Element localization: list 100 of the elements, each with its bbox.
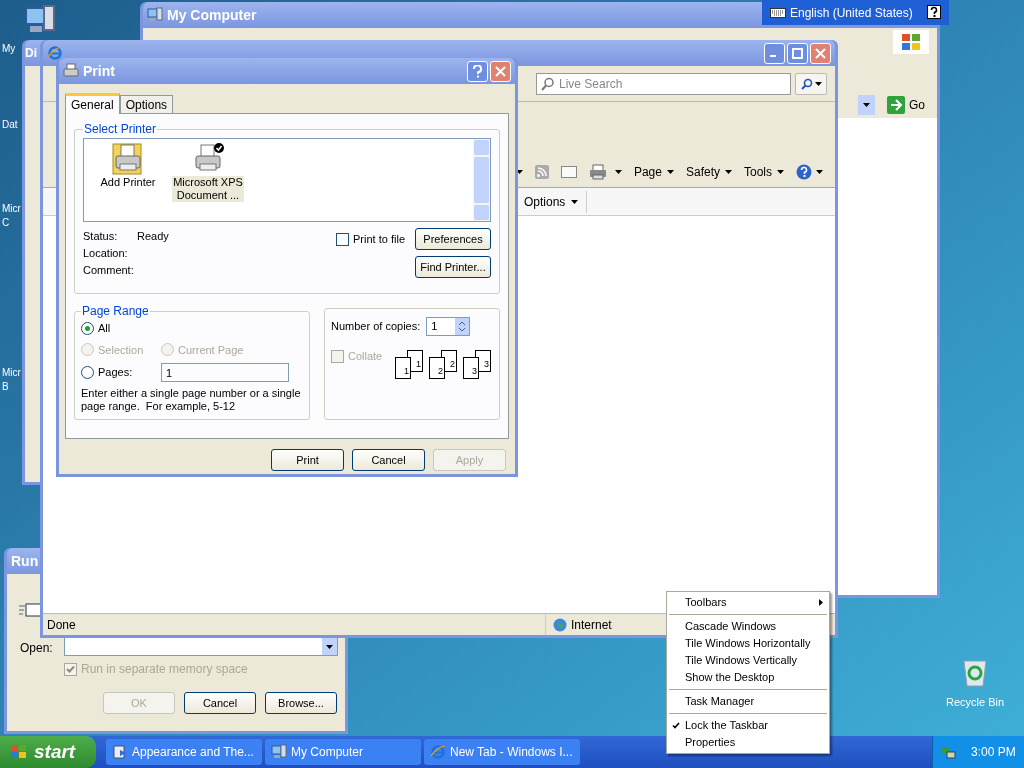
- computer-icon: [271, 744, 287, 760]
- printer-icon: [63, 63, 79, 79]
- command-menu[interactable]: Tools: [744, 162, 784, 181]
- submenu-arrow-icon: [819, 599, 823, 606]
- desktop-icon-label[interactable]: Dat: [0, 118, 18, 132]
- help-icon: [473, 64, 482, 78]
- scrollbar[interactable]: [473, 139, 490, 221]
- page-sheet: 2: [429, 357, 445, 379]
- printer-list[interactable]: Add Printer Microsoft XPS Document ...: [83, 138, 491, 222]
- caret-icon: [614, 169, 622, 174]
- tab[interactable]: General: [65, 93, 120, 114]
- options-menu[interactable]: Options: [524, 190, 588, 213]
- info-value: Ready: [137, 229, 169, 242]
- menu-item[interactable]: Tile Windows Vertically: [667, 652, 829, 669]
- radio-label: All: [98, 321, 111, 336]
- go-button[interactable]: Go: [887, 96, 925, 114]
- printer-item[interactable]: Add Printer: [99, 176, 157, 189]
- search-field[interactable]: Live Search: [536, 72, 791, 95]
- checkbox-label: Run in separate memory space: [81, 661, 248, 678]
- search-input[interactable]: Live Search: [559, 74, 786, 93]
- printer-icon[interactable]: [588, 163, 607, 180]
- caret-icon: [666, 169, 674, 174]
- menu-item[interactable]: Properties: [667, 734, 829, 751]
- page-sheet: 1: [395, 357, 411, 379]
- start-button[interactable]: start: [0, 736, 96, 768]
- caret-icon: [777, 169, 784, 174]
- radio-button[interactable]: [81, 321, 94, 335]
- menu-item[interactable]: Show the Desktop: [667, 669, 829, 686]
- run-icon: [19, 602, 43, 618]
- radio-label: Selection: [98, 342, 144, 358]
- zone-label: Internet: [571, 616, 612, 634]
- feed-icon[interactable]: [534, 164, 549, 179]
- dropdown-button[interactable]: [858, 95, 875, 115]
- check-icon: [672, 722, 680, 729]
- desktop-icon-label[interactable]: Micr B: [0, 334, 21, 394]
- menu-item[interactable]: Cascade Windows: [667, 618, 829, 635]
- desktop-icon-label[interactable]: My: [0, 42, 16, 56]
- search-button[interactable]: [795, 72, 827, 95]
- menu-item[interactable]: Toolbars: [667, 594, 829, 611]
- command-menu[interactable]: Safety: [685, 162, 732, 181]
- taskbar-button[interactable]: Appearance and The...: [106, 739, 262, 765]
- minimize-button[interactable]: [764, 42, 785, 64]
- dialog-button[interactable]: Cancel: [184, 692, 256, 714]
- info-label: Status:: [83, 229, 119, 242]
- close-button[interactable]: [810, 42, 831, 64]
- menu-item[interactable]: Tile Windows Horizontally: [667, 635, 829, 652]
- group-title: Select Printer: [83, 121, 158, 138]
- hint-text: Enter either a single page number or a single page range. For example, 5-12: [81, 387, 302, 413]
- checkbox[interactable]: [336, 232, 350, 246]
- close-icon: [815, 47, 826, 59]
- spinner-icon[interactable]: [455, 318, 470, 335]
- radio-label: Current Page: [178, 342, 244, 358]
- printer-item[interactable]: Microsoft XPS Document ...: [172, 176, 244, 202]
- caret-icon: [515, 169, 523, 174]
- window-title: Print: [83, 64, 115, 78]
- dialog-button[interactable]: Print: [271, 449, 344, 471]
- caret-icon: [571, 199, 579, 204]
- group-title: Page Range: [81, 303, 150, 320]
- copies-field[interactable]: 1: [426, 317, 471, 336]
- maximize-button[interactable]: [787, 42, 808, 64]
- search-icon: [541, 76, 555, 91]
- mail-icon[interactable]: [560, 165, 577, 178]
- taskbar-button[interactable]: New Tab - Windows I...: [424, 739, 580, 765]
- dialog-button[interactable]: Cancel: [352, 449, 425, 471]
- close-icon: [495, 65, 506, 77]
- menu-item[interactable]: Task Manager: [667, 693, 829, 710]
- info-label: Location:: [83, 246, 129, 259]
- globe-icon: [553, 617, 567, 632]
- help-icon[interactable]: [927, 4, 941, 21]
- clock: 3:00 PM: [971, 744, 1016, 761]
- window-title: Di: [25, 47, 37, 59]
- add-printer-icon: [111, 142, 145, 176]
- help-button[interactable]: [467, 60, 488, 82]
- radio-label: Pages:: [98, 365, 133, 381]
- computer-icon: [147, 7, 163, 23]
- caret-icon: [816, 169, 823, 174]
- close-button[interactable]: [490, 60, 511, 82]
- windows-logo-icon: [893, 30, 929, 54]
- window-title: Run: [11, 554, 39, 568]
- dialog-button[interactable]: Browse...: [265, 692, 337, 714]
- info-label: Comment:: [83, 263, 135, 276]
- taskbar-button[interactable]: My Computer: [265, 739, 421, 765]
- caret-icon: [814, 81, 822, 86]
- status-text: Done: [46, 616, 77, 634]
- desktop-icon-label[interactable]: Micr C: [0, 170, 21, 230]
- menu-item[interactable]: Lock the Taskbar: [667, 717, 829, 734]
- tab[interactable]: Options: [119, 95, 174, 113]
- checkbox-label: Collate: [348, 349, 383, 364]
- command-menu[interactable]: Page: [633, 162, 674, 181]
- language-label[interactable]: English (United States): [790, 3, 913, 22]
- pages-field[interactable]: 1: [161, 363, 289, 382]
- preferences-button[interactable]: Preferences: [415, 228, 491, 250]
- keyboard-icon: [770, 7, 786, 18]
- browser-icon: [430, 744, 446, 760]
- window-title: My Computer: [167, 8, 257, 22]
- maximize-icon: [792, 47, 803, 59]
- network-icon[interactable]: [941, 744, 957, 760]
- find-printer-button[interactable]: Find Printer...: [415, 256, 491, 278]
- radio-button[interactable]: [81, 366, 94, 379]
- windows-logo-icon: [10, 744, 28, 760]
